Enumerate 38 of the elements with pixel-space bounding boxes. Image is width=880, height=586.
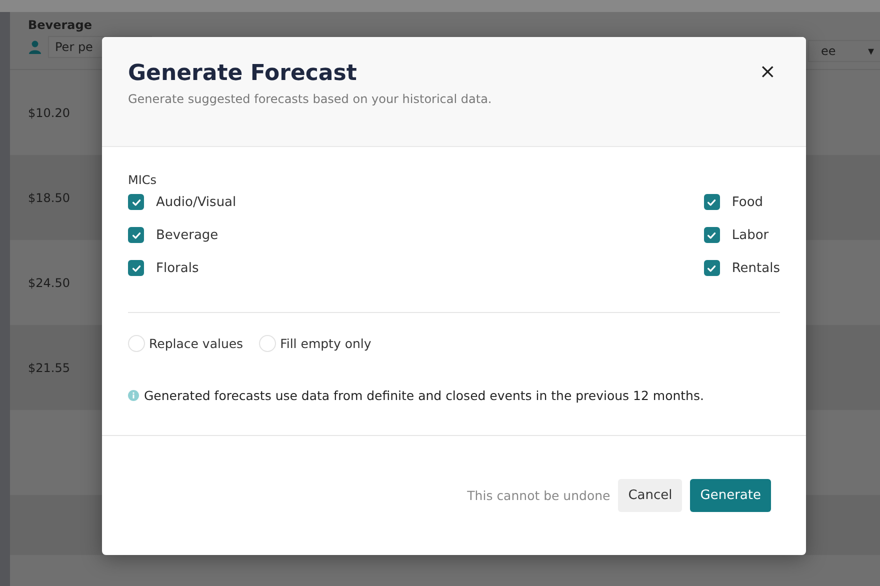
person-icon bbox=[28, 40, 42, 54]
radio-button[interactable] bbox=[259, 335, 276, 352]
check-icon bbox=[130, 196, 142, 208]
check-icon bbox=[706, 196, 718, 208]
warning-text: This cannot be undone bbox=[467, 488, 610, 503]
price-cell: $24.50 bbox=[28, 276, 70, 290]
checkbox-label: Labor bbox=[732, 228, 769, 242]
info-icon bbox=[128, 390, 139, 401]
checkbox[interactable] bbox=[128, 260, 144, 276]
column-select[interactable]: ee ▾ bbox=[808, 40, 880, 62]
column-title: Beverage bbox=[28, 18, 93, 32]
checkbox-label: Audio/Visual bbox=[156, 194, 236, 210]
checkbox[interactable] bbox=[704, 194, 720, 210]
dialog-subtitle: Generate suggested forecasts based on your historical data. bbox=[128, 92, 493, 106]
price-cell: $21.55 bbox=[28, 360, 70, 374]
checkbox[interactable] bbox=[128, 227, 144, 243]
checkbox-label: Beverage bbox=[156, 228, 218, 242]
generate-button[interactable]: Generate bbox=[690, 479, 771, 512]
price-cell: $10.20 bbox=[28, 106, 70, 120]
radio-label: Fill empty only bbox=[280, 336, 372, 351]
group-label: MICs bbox=[128, 173, 158, 187]
close-button[interactable]: × bbox=[755, 61, 780, 81]
info-text: Generated forecasts use data from definite and closed events in the previous 12 months. bbox=[144, 388, 704, 403]
check-icon bbox=[130, 230, 142, 240]
price-cell: $18.50 bbox=[28, 190, 70, 204]
check-icon bbox=[130, 262, 142, 274]
checkbox-label: Florals bbox=[156, 260, 199, 276]
checkbox[interactable] bbox=[128, 194, 144, 210]
radio-button[interactable] bbox=[128, 335, 145, 352]
radio-label: Replace values bbox=[149, 336, 244, 351]
checkbox[interactable] bbox=[704, 260, 720, 276]
checkbox-label: Rentals bbox=[732, 260, 780, 276]
dialog-title: Generate Forecast bbox=[128, 61, 357, 86]
checkbox-label: Food bbox=[732, 194, 764, 210]
checkbox[interactable] bbox=[704, 227, 720, 243]
cancel-button[interactable]: Cancel bbox=[618, 479, 682, 512]
check-icon bbox=[706, 230, 718, 240]
check-icon bbox=[706, 262, 718, 274]
